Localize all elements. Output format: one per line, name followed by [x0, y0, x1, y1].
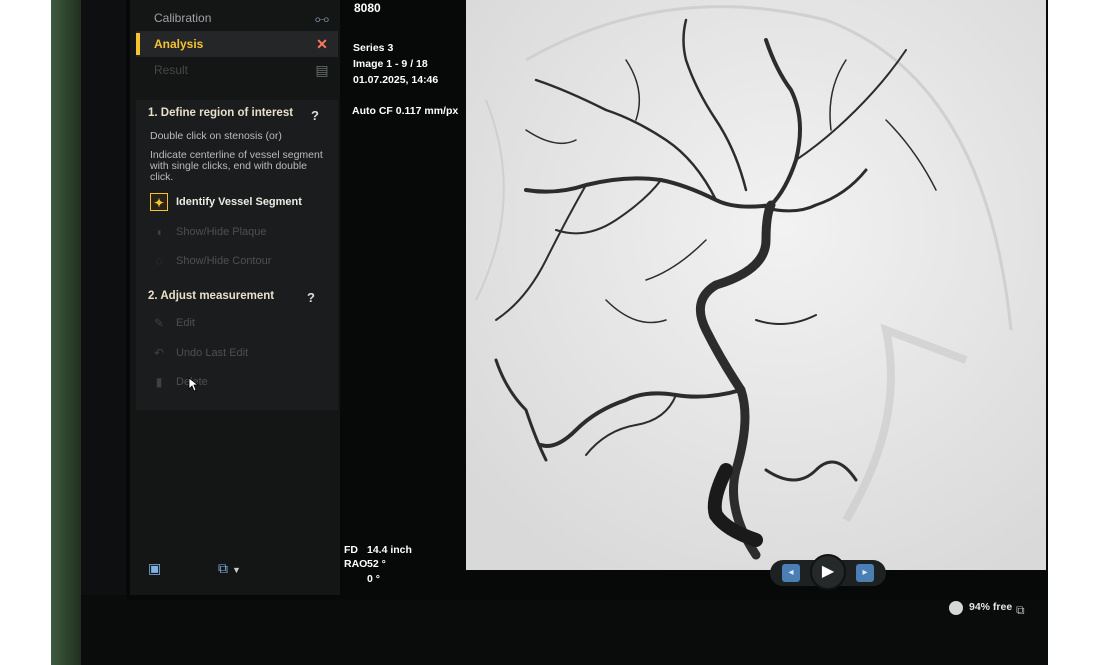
- series-label: Series 3: [353, 42, 394, 54]
- section1-instruction-2: Indicate centerline of vessel segment wi…: [150, 149, 323, 183]
- show-hide-plaque-label: Show/Hide Plaque: [176, 226, 267, 238]
- angiogram-image[interactable]: [466, 0, 1046, 570]
- left-panel: Calibration ⧟ Analysis ✕ Result ▤ 1. Def…: [130, 0, 340, 595]
- vessel-segment-icon: ✦: [150, 193, 168, 211]
- show-hide-contour-button[interactable]: ◌ Show/Hide Contour: [150, 251, 271, 271]
- show-hide-plaque-button[interactable]: ◖ Show/Hide Plaque: [150, 222, 267, 242]
- step-analysis-label: Analysis: [154, 37, 204, 51]
- result-icon: ▤: [315, 62, 329, 78]
- mouse-cursor-icon: [188, 377, 198, 392]
- angiogram-vessels: [466, 0, 1046, 570]
- trash-icon: ▮: [155, 375, 163, 389]
- section1-instruction-1: Double click on stenosis (or): [150, 130, 282, 142]
- section-panel: 1. Define region of interest ? Double cl…: [136, 100, 338, 410]
- step-result-label: Result: [154, 63, 189, 77]
- section2-title: 2. Adjust measurement: [148, 290, 275, 302]
- monitor-bezel: [81, 595, 1048, 665]
- section1-title: 1. Define region of interest: [148, 107, 294, 119]
- step-calibration[interactable]: Calibration ⧟: [136, 5, 338, 31]
- previous-frame-button[interactable]: ◂: [782, 564, 800, 582]
- disk-space-icon: [949, 601, 963, 615]
- calibration-factor: Auto CF 0.117 mm/px: [352, 105, 459, 117]
- disk-free-status: 94% free: [969, 601, 1013, 613]
- step-result: Result ▤: [136, 57, 338, 83]
- rao-label: RAO: [344, 558, 368, 570]
- edit-button[interactable]: ✎ Edit: [150, 313, 195, 333]
- window-layout-icon[interactable]: ⧉: [1016, 603, 1025, 618]
- next-frame-button[interactable]: ▸: [856, 564, 874, 582]
- export-icon[interactable]: ⧉ ▼: [218, 560, 241, 577]
- angle-secondary: 0 °: [367, 573, 380, 585]
- identify-vessel-segment-label: Identify Vessel Segment: [176, 196, 302, 208]
- pencil-icon: ✎: [153, 316, 165, 330]
- playback-controls: ◂ ▶ ▸: [770, 554, 886, 590]
- play-button[interactable]: ▶: [810, 554, 846, 590]
- undo-last-edit-button[interactable]: ↶ Undo Last Edit: [150, 343, 248, 363]
- save-icon[interactable]: ▣: [148, 560, 161, 577]
- step-calibration-label: Calibration: [154, 11, 212, 25]
- contour-icon: ◌: [155, 254, 163, 268]
- identify-vessel-segment-button[interactable]: ✦ Identify Vessel Segment: [150, 192, 302, 212]
- edit-label: Edit: [176, 317, 195, 329]
- rao-value: 52 °: [367, 558, 386, 570]
- image-index: Image 1 - 9 / 18: [353, 58, 428, 70]
- plaque-icon: ◖: [155, 225, 163, 239]
- exam-id: 8080: [354, 1, 381, 15]
- section2-help-icon[interactable]: ?: [302, 289, 320, 307]
- calibration-icon: ⧟: [315, 10, 329, 26]
- acquisition-datetime: 01.07.2025, 14:46: [353, 74, 439, 86]
- background-wall: [51, 0, 81, 665]
- undo-last-edit-label: Undo Last Edit: [176, 347, 249, 359]
- undo-icon: ↶: [153, 346, 165, 360]
- step-analysis[interactable]: Analysis ✕: [136, 31, 338, 57]
- analysis-icon: ✕: [316, 36, 328, 52]
- show-hide-contour-label: Show/Hide Contour: [176, 255, 272, 267]
- delete-button[interactable]: ▮ Delete: [150, 372, 208, 392]
- section1-help-icon[interactable]: ?: [306, 107, 324, 125]
